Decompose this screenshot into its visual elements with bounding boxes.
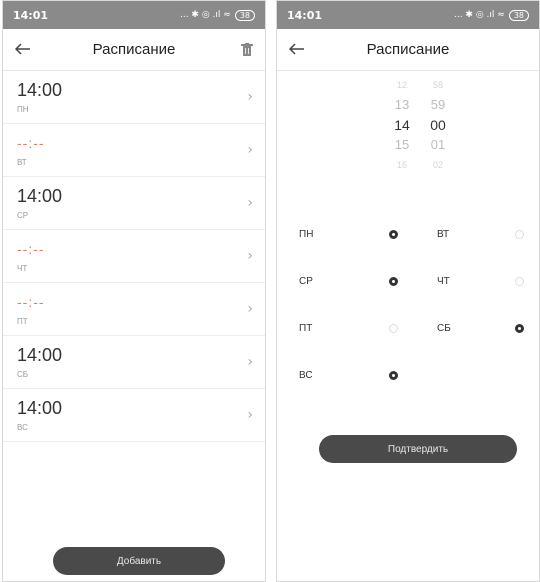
weekday-radio[interactable]: [515, 277, 524, 286]
picker-value: 13: [394, 97, 410, 112]
weekday-radio[interactable]: [389, 230, 398, 239]
picker-value: 16: [396, 160, 407, 170]
chevron-right-icon: ›: [247, 89, 253, 105]
schedule-row[interactable]: --:-- ПТ ›: [3, 283, 265, 336]
weekday-label: ВС: [299, 370, 313, 381]
row-time: 14:00: [17, 345, 63, 365]
picker-value: 59: [430, 97, 446, 112]
status-time: 14:01: [287, 8, 323, 22]
chevron-right-icon: ›: [247, 354, 253, 370]
page-title: Расписание: [92, 41, 176, 58]
chevron-right-icon: ›: [247, 248, 253, 264]
confirm-button[interactable]: Подтвердить: [319, 435, 517, 463]
minute-wheel[interactable]: 58 59 00 01 02: [423, 75, 453, 175]
chevron-right-icon: ›: [247, 301, 253, 317]
status-bar: 14:01 ... ✱ ◎ .ıl ≈ 38: [3, 1, 265, 29]
row-time: 14:00: [17, 398, 63, 418]
hour-wheel[interactable]: 12 13 14 15 16: [387, 75, 417, 175]
back-arrow-icon[interactable]: [14, 39, 39, 60]
row-day: ЧТ: [17, 264, 28, 273]
weekday-radio[interactable]: [389, 324, 398, 333]
row-day: СБ: [17, 370, 29, 379]
picker-value: 01: [430, 137, 446, 152]
weekday-radio[interactable]: [389, 277, 398, 286]
weekday-radio[interactable]: [515, 324, 524, 333]
schedule-row[interactable]: --:-- ВТ ›: [3, 124, 265, 177]
weekday-label: СР: [299, 276, 313, 287]
row-day: ПТ: [17, 317, 28, 326]
add-button[interactable]: Добавить: [53, 547, 225, 575]
picker-value: 15: [394, 137, 410, 152]
row-day: ПН: [17, 105, 29, 114]
picker-selected-value: 14: [394, 117, 410, 133]
row-time: --:--: [17, 294, 45, 310]
weekday-label: ЧТ: [437, 276, 450, 287]
weekday-label: ПТ: [299, 323, 313, 334]
weekday-radio[interactable]: [515, 230, 524, 239]
schedule-row[interactable]: 14:00 СБ ›: [3, 336, 265, 389]
time-picker[interactable]: 12 13 14 15 16 58 59 00 01 02: [277, 75, 539, 185]
status-time: 14:01: [13, 8, 49, 22]
schedule-row[interactable]: 14:00 СР ›: [3, 177, 265, 230]
signal-icons: ... ✱ ◎ .ıl ≈: [179, 10, 231, 20]
status-icons: ... ✱ ◎ .ıl ≈ 38: [179, 9, 255, 21]
chevron-right-icon: ›: [247, 407, 253, 423]
schedule-row[interactable]: 14:00 ВС ›: [3, 389, 265, 442]
row-time: --:--: [17, 135, 45, 151]
weekday-label: ПН: [299, 229, 314, 240]
weekday-radio[interactable]: [389, 371, 398, 380]
schedule-edit-screen: 14:01 ... ✱ ◎ .ıl ≈ 38 Расписание 12 13 14…: [276, 0, 540, 582]
chevron-right-icon: ›: [247, 195, 253, 211]
weekday-label: СБ: [437, 323, 451, 334]
back-arrow-icon[interactable]: [288, 39, 313, 60]
picker-value: 58: [432, 80, 443, 90]
picker-value: 12: [396, 80, 407, 90]
battery-icon: 38: [234, 9, 255, 21]
schedule-list: 14:00 ПН › --:-- ВТ › 14:00 СР › --:-- ЧТ › --:-- ПТ ›…: [3, 71, 265, 442]
row-day: ВС: [17, 423, 28, 432]
battery-icon: 38: [508, 9, 529, 21]
page-title: Расписание: [366, 41, 450, 58]
row-day: ВТ: [17, 158, 27, 167]
signal-icons: ... ✱ ◎ .ıl ≈: [453, 10, 505, 20]
status-icons: ... ✱ ◎ .ıl ≈ 38: [453, 9, 529, 21]
weekday-label: ВТ: [437, 229, 450, 240]
app-bar: Расписание: [3, 29, 265, 71]
app-bar: Расписание: [277, 29, 539, 71]
row-time: 14:00: [17, 80, 63, 100]
picker-selected-value: 00: [430, 117, 446, 133]
schedule-row[interactable]: --:-- ЧТ ›: [3, 230, 265, 283]
trash-icon[interactable]: [229, 42, 253, 57]
schedule-row[interactable]: 14:00 ПН ›: [3, 71, 265, 124]
picker-value: 02: [432, 160, 443, 170]
schedule-list-screen: 14:01 ... ✱ ◎ .ıl ≈ 38 Расписание 14:00 П…: [2, 0, 266, 582]
row-time: --:--: [17, 241, 45, 257]
chevron-right-icon: ›: [247, 142, 253, 158]
row-day: СР: [17, 211, 29, 220]
row-time: 14:00: [17, 186, 63, 206]
status-bar: 14:01 ... ✱ ◎ .ıl ≈ 38: [277, 1, 539, 29]
